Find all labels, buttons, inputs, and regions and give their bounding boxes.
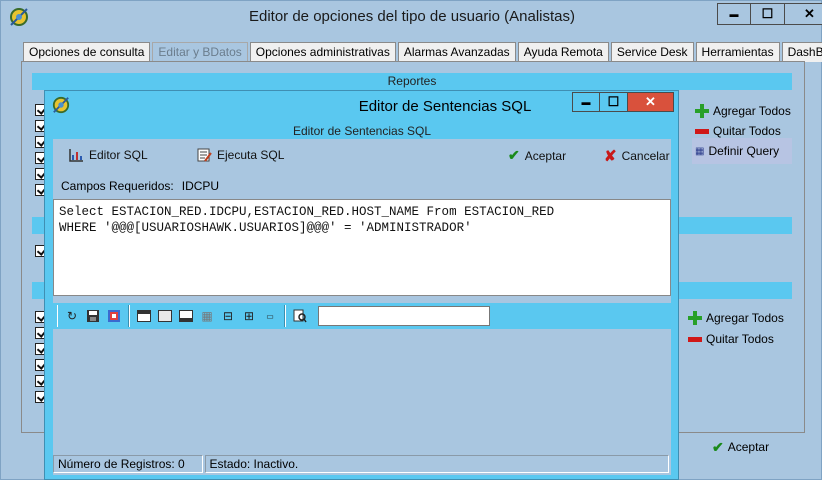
- tab-strip: Opciones de consulta Editar y BDatos Opc…: [23, 42, 822, 62]
- sql-dialog-title-bar: Editor de Sentencias SQL ▬ ☐ ✕: [45, 91, 678, 119]
- lower-add-all-button[interactable]: Agregar Todos: [688, 309, 784, 327]
- required-fields-value: IDCPU: [181, 179, 220, 193]
- ejecuta-sql-label: Ejecuta SQL: [217, 148, 285, 162]
- tab-service-desk[interactable]: Service Desk: [610, 42, 694, 62]
- lower-remove-all-button[interactable]: Quitar Todos: [688, 330, 774, 348]
- define-query-label: Definir Query: [708, 144, 780, 158]
- sql-editor-dialog: Editor de Sentencias SQL ▬ ☐ ✕ Editor de…: [44, 90, 679, 480]
- layout-top-icon[interactable]: [136, 308, 152, 324]
- toolbar-group-actions: ↻: [57, 305, 129, 327]
- tab-opciones-consulta[interactable]: Opciones de consulta: [23, 42, 151, 62]
- outer-title-bar: Editor de opciones del tipo de usuario (…: [1, 1, 822, 33]
- maximize-button[interactable]: ☐: [751, 3, 785, 25]
- required-fields-label: Campos Requeridos:: [61, 179, 174, 193]
- tree-view-icon[interactable]: ⊞: [241, 308, 257, 324]
- status-record-count: Número de Registros: 0: [53, 455, 203, 473]
- remove-all-label: Quitar Todos: [713, 124, 781, 138]
- editor-sql-button[interactable]: Editor SQL: [68, 147, 148, 163]
- check-icon: ✔: [712, 438, 724, 455]
- export-icon[interactable]: [106, 308, 122, 324]
- sql-accept-button[interactable]: ✔ Aceptar: [508, 147, 566, 164]
- grid-toolbar: ↻ ▦ ⊟ ⊞ ▭: [53, 303, 671, 329]
- main-accept-label: Aceptar: [727, 440, 770, 454]
- maximize-icon: ☐: [761, 6, 774, 21]
- tab-dashboard[interactable]: DashBoard: [781, 42, 822, 62]
- query-grid-icon: ▦: [695, 145, 705, 157]
- dialog-close-button[interactable]: ✕: [628, 92, 674, 112]
- sql-dialog-body: Editor de Sentencias SQL Editor SQL Ejec…: [53, 123, 671, 475]
- minimize-icon: ▬: [729, 9, 739, 19]
- refresh-icon[interactable]: ↻: [64, 308, 80, 324]
- plus-icon: [688, 311, 702, 325]
- maximize-icon: ☐: [607, 94, 620, 109]
- close-icon: ✕: [804, 6, 815, 21]
- tab-editar-bdatos[interactable]: Editar y BDatos: [152, 42, 248, 62]
- sql-accept-label: Aceptar: [524, 148, 567, 163]
- execute-script-icon: [197, 148, 212, 162]
- sql-dialog-header: Editor de Sentencias SQL: [53, 123, 671, 139]
- dialog-minimize-button[interactable]: ▬: [572, 92, 600, 112]
- close-button[interactable]: ✕: [785, 3, 822, 25]
- define-query-button[interactable]: ▦ Definir Query: [695, 142, 779, 160]
- group-rows-icon[interactable]: ⊟: [220, 308, 236, 324]
- grid-search-input[interactable]: [318, 306, 490, 326]
- minimize-icon: ▬: [581, 97, 591, 107]
- close-icon: ✕: [645, 94, 656, 109]
- required-fields: Campos Requeridos: IDCPU: [61, 179, 219, 193]
- tab-opciones-administrativas[interactable]: Opciones administrativas: [249, 42, 396, 62]
- results-grid: [53, 331, 671, 453]
- minimize-button[interactable]: ▬: [717, 3, 751, 25]
- sql-text-editor[interactable]: Select ESTACION_RED.IDCPU,ESTACION_RED.H…: [53, 199, 671, 296]
- minus-icon: [688, 336, 702, 342]
- find-icon[interactable]: [292, 308, 308, 324]
- sql-cancel-button[interactable]: ✘ Cancelar: [604, 147, 670, 165]
- check-icon: ✔: [508, 147, 520, 163]
- sql-cancel-label: Cancelar: [621, 149, 670, 163]
- status-bar: Número de Registros: 0 Estado: Inactivo.: [53, 455, 671, 473]
- toolbar-group-search: [285, 305, 314, 327]
- cancel-x-icon: ✘: [604, 148, 617, 165]
- minus-icon: [695, 128, 709, 134]
- toolbar-group-layout: ▦ ⊟ ⊞ ▭: [129, 305, 285, 327]
- layout-bottom-icon[interactable]: [178, 308, 194, 324]
- editor-sql-label: Editor SQL: [89, 148, 148, 162]
- sql-dialog-title-text: Editor de Sentencias SQL: [358, 98, 532, 115]
- dialog-maximize-button[interactable]: ☐: [600, 92, 628, 112]
- save-icon[interactable]: [85, 308, 101, 324]
- tab-herramientas[interactable]: Herramientas: [695, 42, 780, 62]
- reportes-header: Reportes: [32, 73, 792, 90]
- tab-alarmas-avanzadas[interactable]: Alarmas Avanzadas: [397, 42, 516, 62]
- status-state: Estado: Inactivo.: [204, 455, 669, 473]
- main-accept-button[interactable]: ✔ Aceptar: [712, 438, 769, 456]
- remove-all-label: Quitar Todos: [706, 332, 774, 346]
- grid-lines-icon[interactable]: ▦: [199, 308, 215, 324]
- ejecuta-sql-button[interactable]: Ejecuta SQL: [196, 147, 284, 163]
- add-all-label: Agregar Todos: [706, 311, 784, 325]
- layout-form-icon[interactable]: [157, 308, 173, 324]
- tab-ayuda-remota[interactable]: Ayuda Remota: [517, 42, 609, 62]
- dropdown-icon[interactable]: ▭: [262, 308, 278, 324]
- outer-window-title: Editor de opciones del tipo de usuario (…: [248, 8, 576, 25]
- editor-chart-icon: [69, 149, 83, 162]
